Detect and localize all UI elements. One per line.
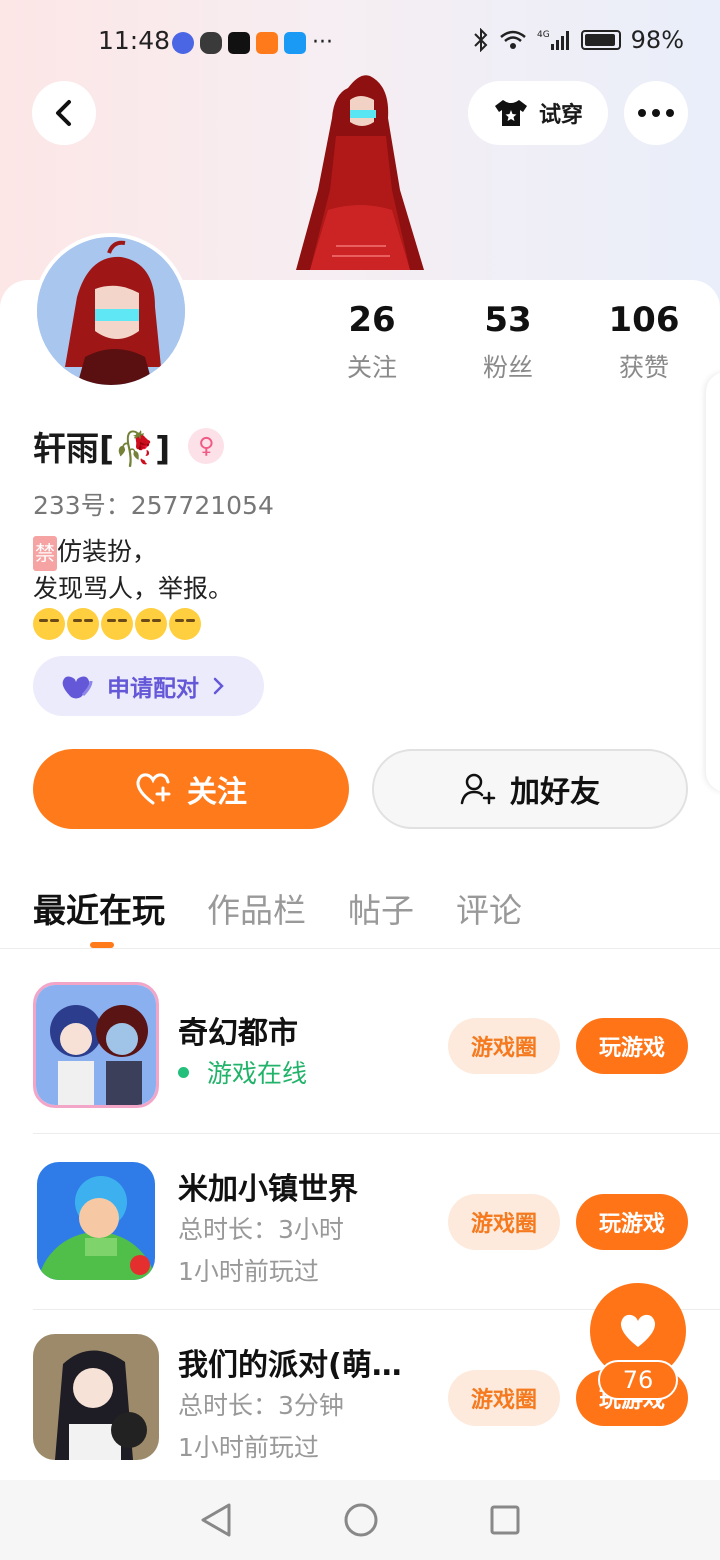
- game-row[interactable]: 奇幻都市 游戏在线 游戏圈 玩游戏: [33, 958, 720, 1134]
- play-game-button[interactable]: 玩游戏: [576, 1018, 688, 1074]
- tshirt-icon: [494, 100, 527, 126]
- tab-recent-play[interactable]: 最近在玩: [33, 884, 165, 932]
- heart-plus-icon: [136, 773, 171, 805]
- apply-pair-button[interactable]: 申请配对: [33, 656, 264, 716]
- heart-icon: [620, 1314, 656, 1347]
- chevron-left-icon: [56, 100, 71, 126]
- like-count-badge: 76: [598, 1360, 678, 1400]
- system-navigation-bar: [0, 1480, 720, 1560]
- chevron-right-icon: [213, 677, 224, 695]
- profile-tabs: 最近在玩 作品栏 帖子 评论: [33, 884, 522, 932]
- bio-line-1-text: 仿装扮，: [57, 537, 158, 566]
- game-title: 我们的派对(萌…: [178, 1348, 402, 1383]
- game-circle-button[interactable]: 游戏圈: [448, 1018, 560, 1074]
- game-last-played: 1小时前玩过: [178, 1433, 319, 1462]
- profile-bio: 禁仿装扮， 发现骂人，举报。: [33, 534, 233, 640]
- online-dot-icon: [178, 1066, 189, 1078]
- signal-icon: 4G: [537, 30, 569, 50]
- side-drawer-handle[interactable]: [706, 372, 720, 792]
- bio-emoji-row: [33, 608, 233, 640]
- wechat-icon: [200, 31, 222, 54]
- tiktok-icon: [228, 31, 250, 54]
- smirk-emoji-icon: [33, 608, 65, 640]
- game-icon-image: [33, 1334, 159, 1460]
- tab-posts[interactable]: 帖子: [348, 884, 414, 932]
- music-app-icon: [172, 31, 194, 54]
- more-notifications-icon: ···: [312, 30, 333, 55]
- game-last-played: 1小时前玩过: [178, 1257, 319, 1286]
- profile-name: 轩雨[🥀]: [33, 429, 171, 468]
- game-online-text: 游戏在线: [207, 1059, 308, 1088]
- battery-percent: 98%: [630, 26, 684, 54]
- smirk-emoji-icon: [135, 608, 167, 640]
- game-title: 奇幻都市: [178, 1016, 298, 1051]
- profile-uid[interactable]: 233号：257721054: [33, 486, 274, 522]
- apply-pair-label: 申请配对: [107, 676, 199, 702]
- stat-likes-label: 获赞: [618, 353, 669, 382]
- network-type-text: 4G: [537, 30, 550, 40]
- follow-button[interactable]: 关注: [33, 749, 349, 829]
- stat-likes[interactable]: 106 获赞: [584, 300, 704, 384]
- female-icon: ♀: [188, 428, 225, 464]
- stat-following-label: 关注: [346, 353, 397, 382]
- stat-likes-count: 106: [608, 300, 680, 340]
- add-friend-label: 加好友: [510, 775, 600, 810]
- status-bar: 11:48 ··· 4G 98%: [0, 22, 720, 62]
- nav-recents-icon[interactable]: [489, 1504, 521, 1536]
- back-button[interactable]: [32, 81, 96, 145]
- bio-line-1: 禁仿装扮，: [33, 534, 233, 571]
- follow-label: 关注: [187, 775, 247, 810]
- game-circle-button[interactable]: 游戏圈: [448, 1194, 560, 1250]
- battery-icon: [580, 30, 621, 50]
- stat-followers[interactable]: 53 粉丝: [448, 300, 568, 384]
- try-on-button[interactable]: 试穿: [468, 81, 608, 145]
- stat-following-count: 26: [348, 300, 396, 340]
- ban-tag: 禁: [33, 536, 57, 571]
- avatar[interactable]: [33, 233, 189, 389]
- add-friend-button[interactable]: 加好友: [372, 749, 688, 829]
- status-time: 11:48: [98, 26, 171, 55]
- game-icon-image: [37, 1162, 155, 1280]
- stat-followers-count: 53: [484, 300, 532, 340]
- more-button[interactable]: [624, 81, 688, 145]
- play-game-button[interactable]: 玩游戏: [576, 1194, 688, 1250]
- game-online-status: 游戏在线: [178, 1054, 307, 1090]
- stat-followers-label: 粉丝: [482, 353, 533, 382]
- video-app-icon: [256, 31, 278, 54]
- profile-name-row: 轩雨[🥀] ♀: [33, 422, 225, 470]
- more-dots-icon: [638, 109, 674, 117]
- game-icon-miga-town: [37, 1162, 155, 1280]
- game-circle-button[interactable]: 游戏圈: [448, 1370, 560, 1426]
- tab-comments[interactable]: 评论: [456, 884, 522, 932]
- search-app-icon: [284, 31, 306, 54]
- wifi-icon: [499, 30, 526, 49]
- status-app-icons: ···: [172, 30, 333, 55]
- smirk-emoji-icon: [169, 608, 201, 640]
- bio-line-2: 发现骂人，举报。: [33, 574, 234, 603]
- avatar-character-figure: [296, 75, 424, 270]
- double-heart-icon: [62, 676, 93, 699]
- game-duration: 总时长：3小时: [178, 1215, 344, 1244]
- game-row[interactable]: 米加小镇世界 总时长：3小时 1小时前玩过 游戏圈 玩游戏: [33, 1134, 720, 1310]
- game-icon-fantasy-city: [33, 982, 159, 1108]
- add-user-icon: [460, 773, 496, 805]
- try-on-label: 试穿: [538, 103, 583, 128]
- stat-following[interactable]: 26 关注: [312, 300, 432, 384]
- game-icon-image: [36, 985, 156, 1105]
- nav-home-icon[interactable]: [343, 1502, 379, 1538]
- status-right: 4G 98%: [473, 26, 684, 54]
- tabs-divider: [0, 948, 720, 949]
- game-icon-our-party: [33, 1334, 159, 1460]
- tab-works[interactable]: 作品栏: [207, 884, 306, 932]
- game-title: 米加小镇世界: [178, 1172, 358, 1207]
- game-duration: 总时长：3分钟: [178, 1391, 344, 1420]
- bluetooth-icon: [473, 28, 488, 52]
- smirk-emoji-icon: [67, 608, 99, 640]
- smirk-emoji-icon: [101, 608, 133, 640]
- nav-back-icon[interactable]: [199, 1502, 233, 1538]
